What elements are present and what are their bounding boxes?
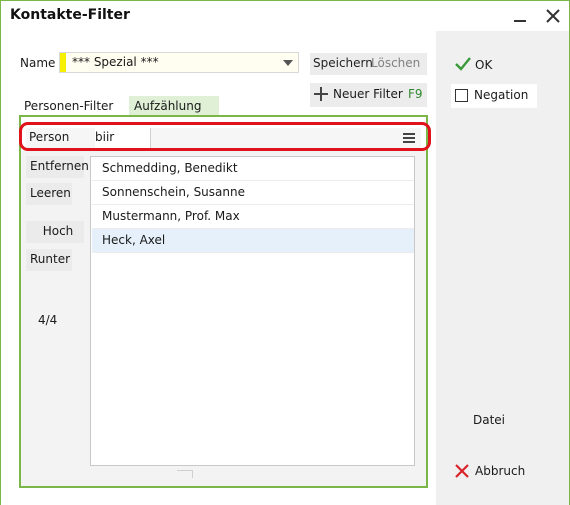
new-filter-shortcut: F9 [408,87,423,101]
tab-label: Personen-Filter [24,99,114,113]
negation-checkbox-row[interactable]: Negation [451,84,537,108]
negation-label: Negation [474,88,529,102]
kontakte-filter-window: Kontakte-Filter Name *** Spezial *** Spe… [0,0,570,505]
list-item-name: Mustermann, Prof. Max [102,209,240,223]
cancel-button[interactable]: Abbruch [455,462,535,482]
clear-button[interactable]: Leeren [26,183,72,205]
required-marker [60,53,66,72]
list-item[interactable]: Schmedding, Benedikt [92,157,414,181]
ok-label: OK [475,58,493,72]
list-item[interactable]: Sonnenschein, Susanne [92,181,414,205]
list-item-selected[interactable]: Heck, Axel [92,229,414,253]
highlight-annotation [19,122,431,151]
move-down-button[interactable]: Runter [26,249,72,271]
save-button[interactable]: Speichern [313,56,373,70]
ok-button[interactable]: OK [455,56,515,76]
plus-icon [314,87,328,101]
remove-button[interactable]: Entfernen [26,156,89,178]
checkmark-icon [455,57,471,71]
window-title: Kontakte-Filter [10,7,130,23]
resize-grip[interactable] [177,470,193,478]
title-bar: Kontakte-Filter [1,1,569,31]
close-icon [546,9,560,23]
delete-button[interactable]: Löschen [371,56,420,70]
list-item-name: Schmedding, Benedikt [102,161,238,175]
list-item-name: Sonnenschein, Susanne [102,185,245,199]
list-item[interactable]: Mustermann, Prof. Max [92,205,414,229]
list-item-name: Heck, Axel [102,233,166,247]
new-filter-label: Neuer Filter [333,87,403,101]
minimize-button[interactable] [507,5,533,27]
file-button[interactable]: Datei [473,413,505,427]
move-up-button[interactable]: Hoch [26,221,84,243]
new-filter-button[interactable]: Neuer Filter F9 [310,83,427,107]
filter-name-select[interactable]: *** Spezial *** [59,52,299,73]
x-icon [455,464,469,478]
item-count: 4/4 [38,313,58,327]
minimize-icon [514,10,526,22]
filter-name-value: *** Spezial *** [72,55,159,69]
person-list: Schmedding, Benedikt Sonnenschein, Susan… [90,156,415,466]
close-button[interactable] [540,5,566,27]
name-label: Name [20,56,56,70]
tab-label: Aufzählung [134,99,202,113]
negation-checkbox[interactable] [455,89,468,102]
cancel-label: Abbruch [475,464,526,478]
chevron-down-icon[interactable] [280,54,296,71]
tab-aufzaehlung[interactable]: Aufzählung [129,96,219,116]
save-delete-group: Speichern Löschen [310,53,427,75]
tab-personen-filter[interactable]: Personen-Filter [19,96,129,116]
